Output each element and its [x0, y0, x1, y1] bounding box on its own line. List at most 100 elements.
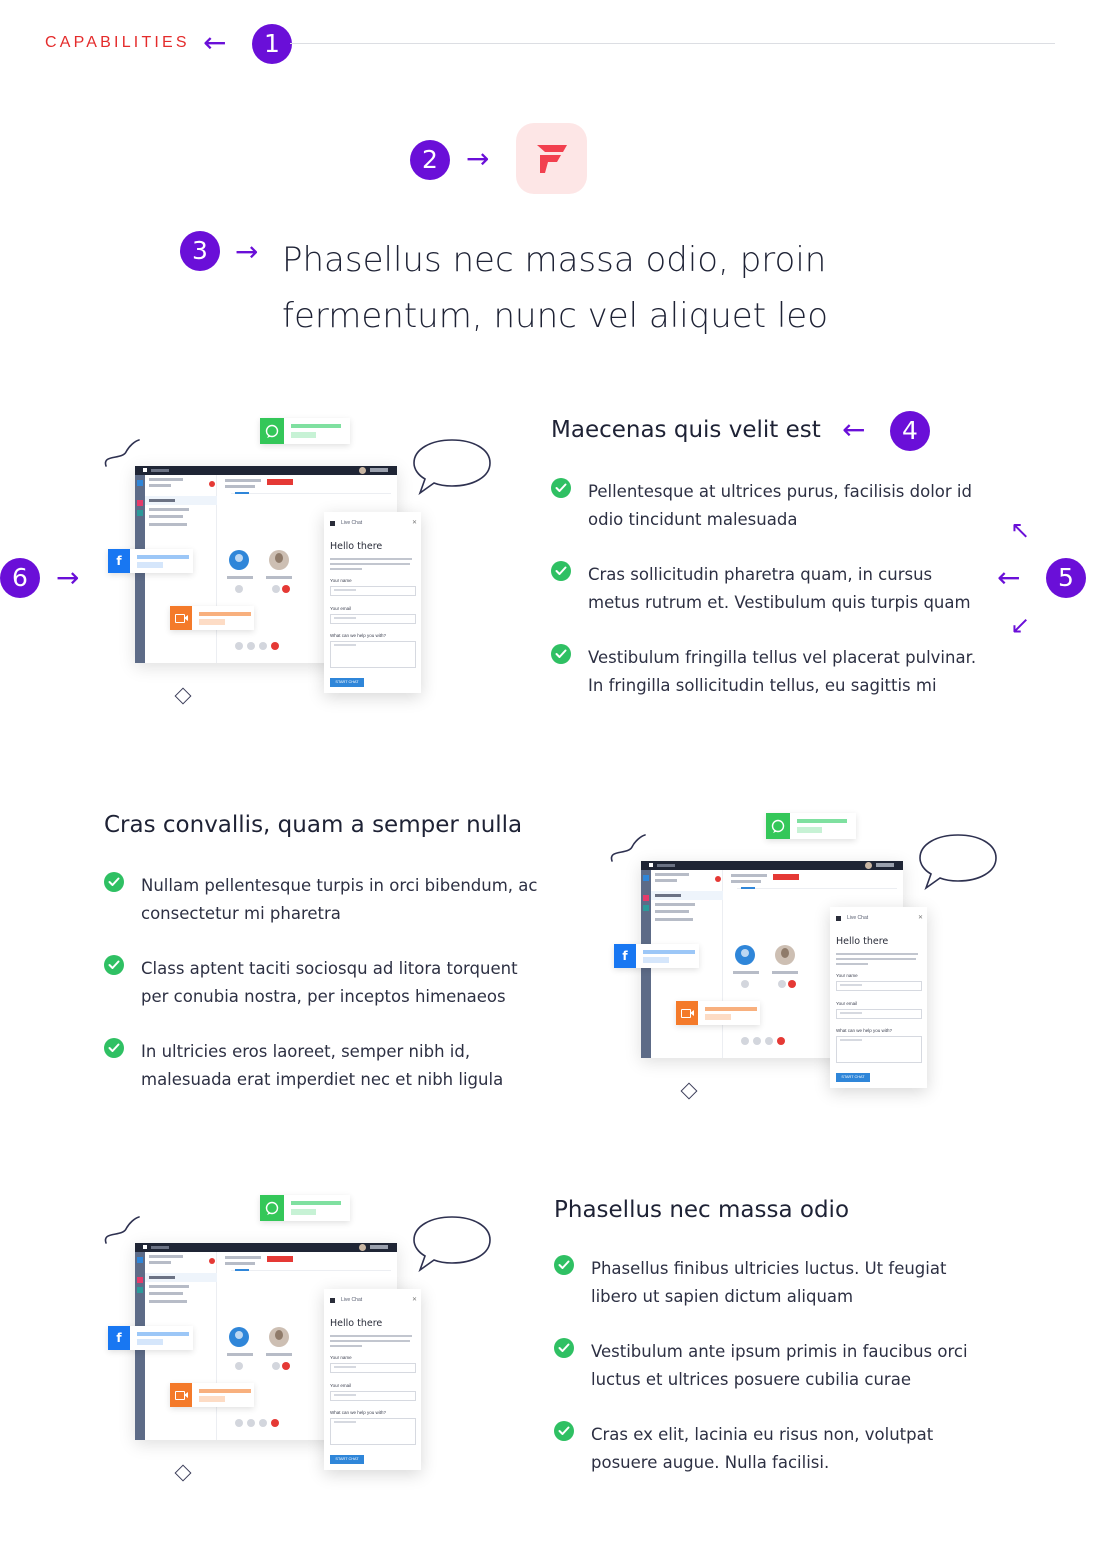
agent-avatar: [269, 1327, 289, 1347]
list-item: Vestibulum fringilla tellus vel placerat…: [551, 644, 1011, 700]
help-label: What can we help you with?: [330, 633, 387, 638]
list-item: Cras ex elit, lacinia eu risus non, volu…: [554, 1421, 1014, 1477]
facebook-icon: f: [108, 1326, 130, 1350]
list-item: Phasellus finibus ultricies luctus. Ut f…: [554, 1255, 1014, 1311]
your-email-label: Your email: [836, 1001, 858, 1006]
speech-bubble-icon: [919, 834, 997, 891]
headline-line-1: Phasellus nec massa odio, proin: [282, 240, 827, 280]
video-icon: [170, 1383, 192, 1407]
contact-avatar: [229, 550, 249, 570]
marker-arrow-2: →: [466, 142, 490, 175]
facebook-card: f: [108, 549, 193, 573]
marker-arrow-4: ←: [842, 413, 866, 446]
feature-2-title: Cras convallis, quam a semper nulla: [104, 812, 523, 838]
marker-arrow-5-up: ↖: [1010, 516, 1031, 544]
feature-1-illustration: f Live Chat ✕ Hello there Your name Your…: [100, 418, 495, 713]
email-field: [330, 614, 416, 624]
marker-badge-1: 1: [252, 24, 292, 64]
whatsapp-icon: [766, 813, 790, 839]
facebook-card: f: [108, 1326, 193, 1350]
chat-header-label: Live Chat: [847, 915, 869, 921]
chat-greeting: Hello there: [330, 541, 383, 552]
close-icon: ✕: [412, 1297, 418, 1303]
speech-bubble-icon: [413, 439, 491, 496]
help-label: What can we help you with?: [836, 1028, 893, 1033]
diamond-decoration: [174, 687, 192, 705]
start-chat-button: START CHAT: [330, 678, 364, 687]
check-icon: [104, 1038, 124, 1058]
your-email-label: Your email: [330, 606, 352, 611]
check-icon: [551, 644, 571, 664]
feature-2-illustration: f Live Chat ✕ Hello there Your name Your…: [606, 813, 1001, 1108]
feature-2-list: Nullam pellentesque turpis in orci biben…: [104, 872, 574, 1094]
close-icon: ✕: [412, 520, 418, 526]
feature-3-list: Phasellus finibus ultricies luctus. Ut f…: [554, 1255, 1014, 1477]
check-icon: [554, 1338, 574, 1358]
live-chat-widget: Live Chat ✕ Hello there Your name Your e…: [830, 907, 927, 1088]
speech-bubble-icon: [413, 1216, 491, 1273]
diamond-decoration: [174, 1464, 192, 1482]
list-item: Nullam pellentesque turpis in orci biben…: [104, 872, 574, 928]
facebook-icon: f: [108, 549, 130, 573]
question-field: [836, 1036, 922, 1063]
marker-badge-2: 2: [410, 140, 450, 180]
live-chat-widget: Live Chat ✕ Hello there Your name Your e…: [324, 1289, 421, 1470]
diamond-decoration: [680, 1082, 698, 1100]
video-card: [170, 1383, 254, 1407]
list-item: Pellentesque at ultrices purus, facilisi…: [551, 478, 1011, 534]
name-field: [330, 586, 416, 596]
chat-header-label: Live Chat: [341, 520, 363, 526]
brand-logo-icon: [537, 145, 567, 173]
your-name-label: Your name: [836, 973, 858, 978]
marker-arrow-3: →: [235, 235, 259, 268]
marker-badge-4: 4: [890, 411, 930, 451]
whatsapp-icon: [260, 1195, 284, 1221]
feature-3-illustration: f Live Chat ✕ Hello there Your name Your…: [100, 1195, 495, 1490]
email-field: [330, 1391, 416, 1401]
section-eyebrow: CAPABILITIES: [45, 34, 190, 51]
video-icon: [676, 1001, 698, 1025]
brand-logo-tile: [516, 123, 587, 194]
email-field: [836, 1009, 922, 1019]
check-icon: [104, 955, 124, 975]
start-chat-button: START CHAT: [330, 1455, 364, 1464]
list-item: Cras sollicitudin pharetra quam, in curs…: [551, 561, 1011, 617]
agent-avatar: [775, 945, 795, 965]
start-chat-button: START CHAT: [836, 1073, 870, 1082]
video-card: [676, 1001, 760, 1025]
whatsapp-card: [260, 1195, 350, 1221]
contact-avatar: [735, 945, 755, 965]
check-icon: [551, 561, 571, 581]
close-icon: ✕: [918, 915, 924, 921]
facebook-card: f: [614, 944, 699, 968]
whatsapp-card: [260, 418, 350, 444]
feature-1-title: Maecenas quis velit est: [551, 417, 821, 443]
marker-arrow-5: ←: [997, 561, 1021, 594]
name-field: [330, 1363, 416, 1373]
marker-badge-3: 3: [180, 231, 220, 271]
headline-line-2: fermentum, nunc vel aliquet leo: [282, 296, 828, 336]
marker-arrow-1: ←: [203, 26, 227, 59]
marker-arrow-6: →: [56, 561, 80, 594]
marker-badge-5: 5: [1046, 558, 1086, 598]
your-name-label: Your name: [330, 1355, 352, 1360]
help-label: What can we help you with?: [330, 1410, 387, 1415]
feature-1-list: Pellentesque at ultrices purus, facilisi…: [551, 478, 1011, 700]
chat-greeting: Hello there: [330, 1318, 383, 1329]
facebook-icon: f: [614, 944, 636, 968]
question-field: [330, 641, 416, 668]
check-icon: [554, 1255, 574, 1275]
video-card: [170, 606, 254, 630]
feature-3-title: Phasellus nec massa odio: [554, 1197, 850, 1223]
agent-avatar: [269, 550, 289, 570]
chat-greeting: Hello there: [836, 936, 889, 947]
chat-header-label: Live Chat: [341, 1297, 363, 1303]
page-headline: Phasellus nec massa odio, proin fermentu…: [282, 232, 882, 344]
your-email-label: Your email: [330, 1383, 352, 1388]
question-field: [330, 1418, 416, 1445]
whatsapp-card: [766, 813, 856, 839]
list-item: Vestibulum ante ipsum primis in faucibus…: [554, 1338, 1014, 1394]
your-name-label: Your name: [330, 578, 352, 583]
list-item: Class aptent taciti sociosqu ad litora t…: [104, 955, 574, 1011]
marker-arrow-5-down: ↙: [1010, 611, 1031, 639]
